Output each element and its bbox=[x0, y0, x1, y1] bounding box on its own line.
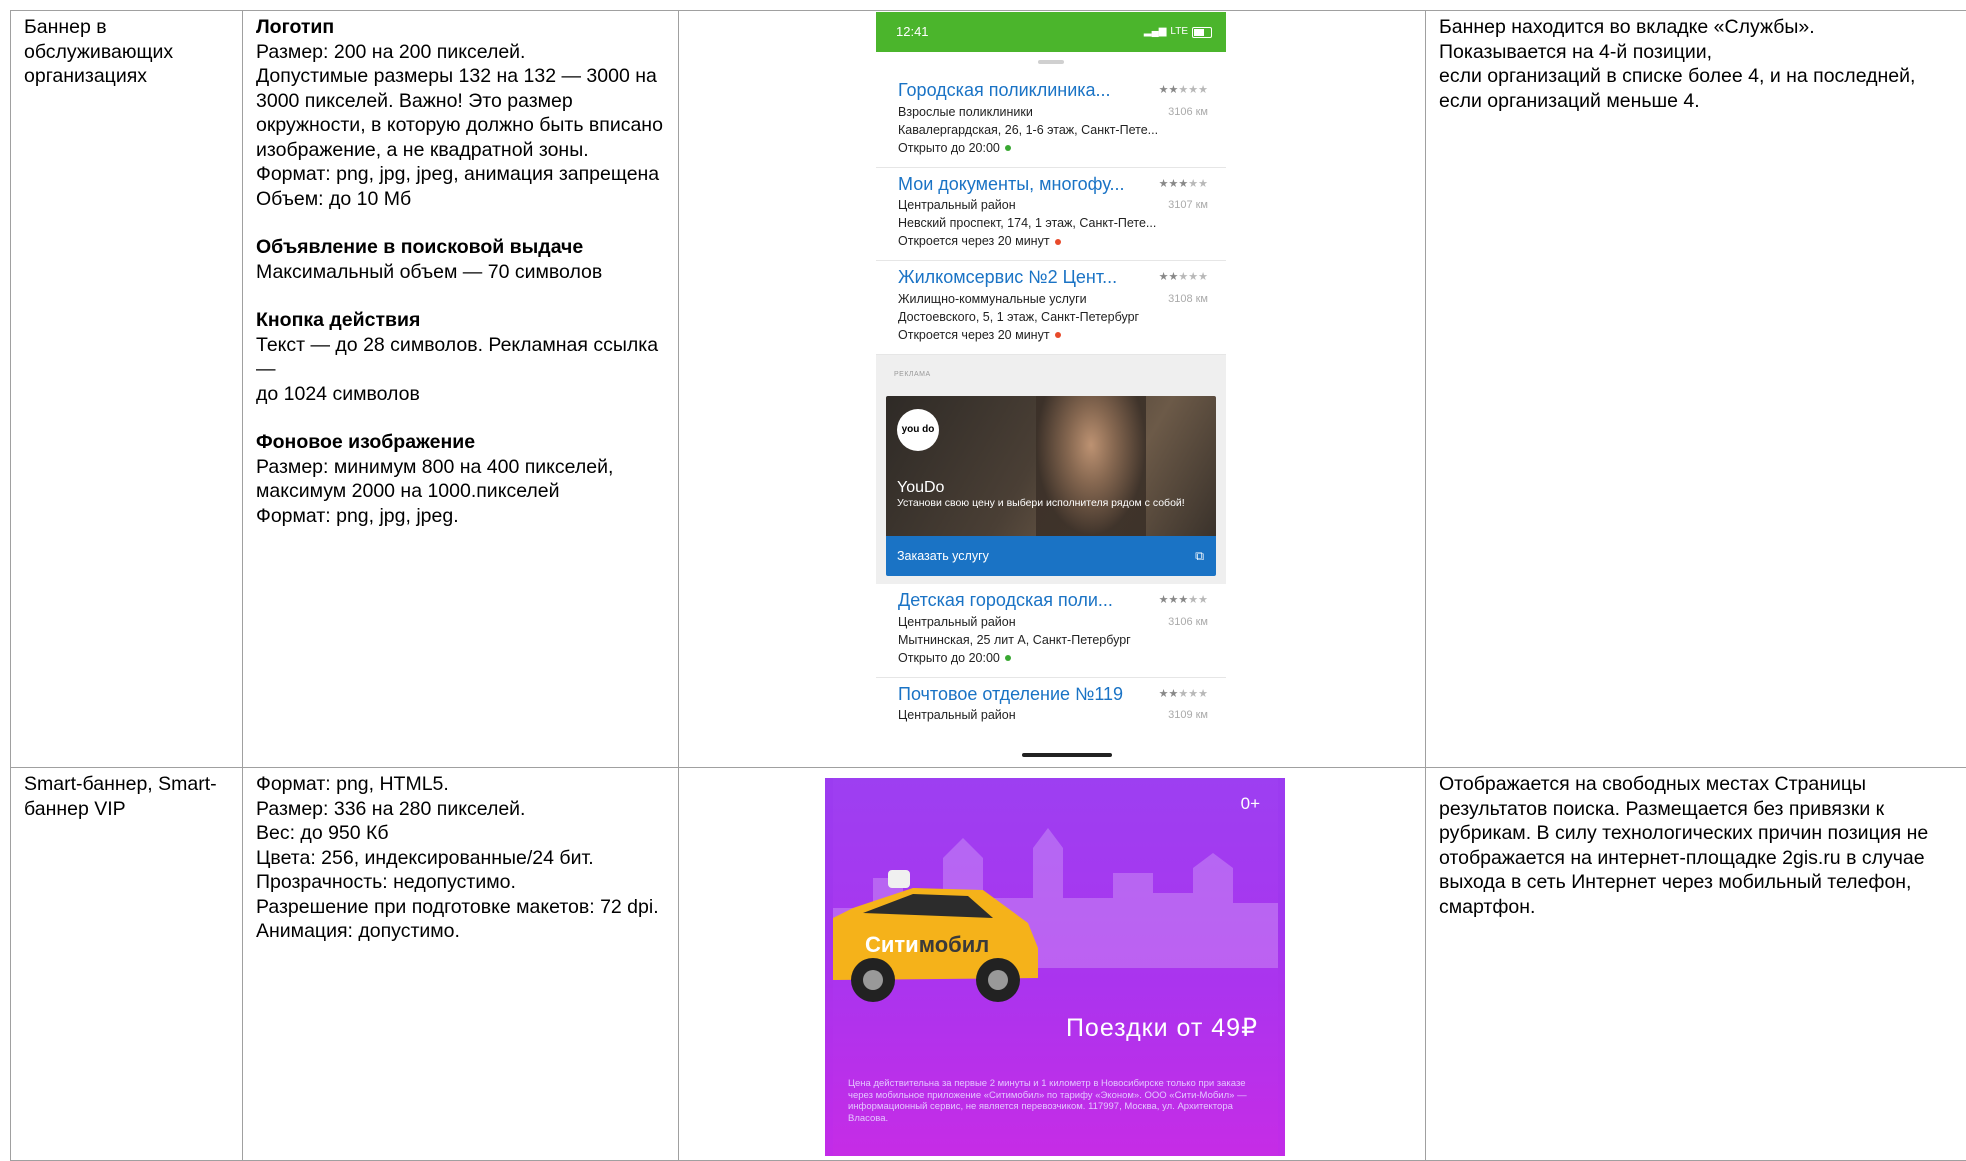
status-bar: 12:41 ▂▄▆LTE bbox=[876, 12, 1226, 52]
spec-line: Цвета: 256, индексированные/24 бит. bbox=[256, 846, 665, 871]
open-status-icon bbox=[1005, 655, 1011, 661]
spec-cell: Логотип Размер: 200 на 200 пикселей. Доп… bbox=[243, 11, 679, 768]
logo-title: Логотип bbox=[256, 15, 665, 40]
org-hours: Открыто до 20:00 bbox=[898, 651, 1000, 665]
org-distance: 3108 км bbox=[1168, 290, 1208, 308]
org-hours: Открыто до 20:00 bbox=[898, 141, 1000, 155]
banner-type-cell: Баннер в обслуживающих организациях bbox=[11, 11, 243, 768]
external-link-icon: ⧉ bbox=[1195, 544, 1204, 569]
org-address: Мытнинская, 25 лит А, Санкт-Петербург bbox=[898, 631, 1131, 649]
org-name[interactable]: Жилкомсервис №2 Цент... bbox=[898, 265, 1117, 290]
age-rating: 0+ bbox=[1241, 792, 1260, 817]
phone-screenshot: 12:41 ▂▄▆LTE Городская поликлиника... ★★★… bbox=[876, 12, 1226, 763]
ad-title: Объявление в поисковой выдаче bbox=[256, 235, 665, 260]
closed-status-icon bbox=[1055, 332, 1061, 338]
promo-text: Поездки от 49₽ bbox=[1066, 1016, 1258, 1041]
home-indicator bbox=[1022, 753, 1112, 757]
banner-type: Баннер в обслуживающих организациях bbox=[24, 16, 173, 87]
org-address: Невский проспект, 174, 1 этаж, Санкт-Пет… bbox=[898, 214, 1156, 232]
ad-block: РЕКЛАМА you do YouDo Установи свою цену … bbox=[876, 355, 1226, 585]
signal-icon: ▂▄▆ bbox=[1144, 20, 1166, 45]
description-line: Показывается на 4-й позиции, bbox=[1439, 40, 1953, 65]
citymobil-logo: Ситимобил bbox=[865, 933, 989, 958]
banner-type: Smart-баннер, Smart-баннер VIP bbox=[24, 773, 217, 820]
banner-type-cell: Smart-баннер, Smart-баннер VIP bbox=[11, 768, 243, 1161]
rating-stars: ★★★★★ bbox=[1159, 265, 1208, 290]
list-item[interactable]: Мои документы, многофу... ★★★★★ Центральн… bbox=[876, 168, 1226, 262]
spec-line: Размер: минимум 800 на 400 пикселей, мак… bbox=[256, 455, 665, 504]
org-category: Жилищно-коммунальные услуги bbox=[898, 290, 1087, 308]
list-item[interactable]: Городская поликлиника... ★★★★★ Взрослые п… bbox=[876, 74, 1226, 168]
youdo-logo: you do bbox=[897, 409, 939, 451]
org-distance: 3109 км bbox=[1168, 706, 1208, 724]
closed-status-icon bbox=[1055, 239, 1061, 245]
spec-line: Допустимые размеры 132 на 132 — 3000 на … bbox=[256, 64, 665, 162]
bg-title: Фоновое изображение bbox=[256, 430, 665, 455]
org-distance: 3107 км bbox=[1168, 196, 1208, 214]
spec-line: Формат: png, jpg, jpeg. bbox=[256, 504, 665, 529]
org-category: Центральный район bbox=[898, 196, 1016, 214]
list-item[interactable]: Почтовое отделение №119 ★★★★★ Центральный… bbox=[876, 678, 1226, 735]
org-distance: 3106 км bbox=[1168, 613, 1208, 631]
spec-line: Максимальный объем — 70 символов bbox=[256, 260, 665, 285]
example-cell: 12:41 ▂▄▆LTE Городская поликлиника... ★★★… bbox=[679, 11, 1426, 768]
table-row: Smart-баннер, Smart-баннер VIP Формат: p… bbox=[11, 768, 1966, 1161]
order-service-label: Заказать услугу bbox=[897, 544, 989, 569]
spec-line: Прозрачность: недопустимо. bbox=[256, 870, 665, 895]
ad-card[interactable]: you do YouDo Установи свою цену и выбери… bbox=[886, 396, 1216, 536]
org-category: Центральный район bbox=[898, 706, 1016, 724]
brand-part2: мобил bbox=[919, 932, 990, 957]
org-address: Достоевского, 5, 1 этаж, Санкт-Петербург bbox=[898, 308, 1139, 326]
spec-table: Баннер в обслуживающих организациях Лого… bbox=[10, 10, 1966, 1161]
drag-handle[interactable] bbox=[1038, 60, 1064, 64]
rating-stars: ★★★★★ bbox=[1159, 588, 1208, 613]
org-name[interactable]: Городская поликлиника... bbox=[898, 78, 1111, 103]
description-cell: Отображается на свободных местах Страниц… bbox=[1426, 768, 1966, 1161]
org-name[interactable]: Мои документы, многофу... bbox=[898, 172, 1124, 197]
spec-line: Размер: 200 на 200 пикселей. bbox=[256, 40, 665, 65]
rating-stars: ★★★★★ bbox=[1159, 682, 1208, 707]
description-text: Отображается на свободных местах Страниц… bbox=[1439, 773, 1928, 918]
network-label: LTE bbox=[1170, 20, 1188, 45]
example-cell: Ситимобил 0+ Поездки от 49₽ Цена действи… bbox=[679, 768, 1426, 1161]
rating-stars: ★★★★★ bbox=[1159, 172, 1208, 197]
org-distance: 3106 км bbox=[1168, 103, 1208, 121]
spec-cell: Формат: png, HTML5. Размер: 336 на 280 п… bbox=[243, 768, 679, 1161]
org-name[interactable]: Детская городская поли... bbox=[898, 588, 1113, 613]
ad-label: РЕКЛАМА bbox=[894, 363, 1216, 388]
description-line: Баннер находится во вкладке «Службы». bbox=[1439, 15, 1953, 40]
org-name[interactable]: Почтовое отделение №119 bbox=[898, 682, 1123, 707]
spec-line: Анимация: допустимо. bbox=[256, 919, 665, 944]
org-hours: Откроется через 20 минут bbox=[898, 234, 1050, 248]
ad-text: Установи свою цену и выбери исполнителя … bbox=[897, 497, 1216, 510]
list-item[interactable]: Жилкомсервис №2 Цент... ★★★★★ Жилищно-ком… bbox=[876, 261, 1226, 355]
ad-photo bbox=[1036, 396, 1146, 536]
org-category: Центральный район bbox=[898, 613, 1016, 631]
org-address: Кавалергардская, 26, 1-6 этаж, Санкт-Пет… bbox=[898, 121, 1158, 139]
spec-line: Вес: до 950 Кб bbox=[256, 821, 665, 846]
description-line: если организаций в списке более 4, и на … bbox=[1439, 64, 1953, 113]
spec-line: Формат: png, HTML5. bbox=[256, 772, 665, 797]
spec-line: Объем: до 10 Мб bbox=[256, 187, 665, 212]
spec-line: Текст — до 28 символов. Рекламная ссылка… bbox=[256, 333, 665, 382]
description-cell: Баннер находится во вкладке «Службы». По… bbox=[1426, 11, 1966, 768]
spec-line: Разрешение при подготовке макетов: 72 dp… bbox=[256, 895, 665, 920]
legal-text: Цена действительна за первые 2 минуты и … bbox=[848, 1078, 1273, 1124]
table-row: Баннер в обслуживающих организациях Лого… bbox=[11, 11, 1966, 768]
list-item[interactable]: Детская городская поли... ★★★★★ Центральн… bbox=[876, 584, 1226, 678]
citymobil-banner: Ситимобил 0+ Поездки от 49₽ Цена действи… bbox=[825, 778, 1285, 1156]
org-hours: Откроется через 20 минут bbox=[898, 328, 1050, 342]
org-category: Взрослые поликлиники bbox=[898, 103, 1033, 121]
status-time: 12:41 bbox=[896, 20, 929, 45]
battery-icon bbox=[1192, 27, 1212, 38]
spec-line: до 1024 символов bbox=[256, 382, 665, 407]
open-status-icon bbox=[1005, 145, 1011, 151]
button-title: Кнопка действия bbox=[256, 308, 665, 333]
order-service-button[interactable]: Заказать услугу ⧉ bbox=[886, 536, 1216, 576]
spec-line: Формат: png, jpg, jpeg, анимация запреще… bbox=[256, 162, 665, 187]
brand-part1: Сити bbox=[865, 932, 919, 957]
spec-line: Размер: 336 на 280 пикселей. bbox=[256, 797, 665, 822]
rating-stars: ★★★★★ bbox=[1159, 78, 1208, 103]
